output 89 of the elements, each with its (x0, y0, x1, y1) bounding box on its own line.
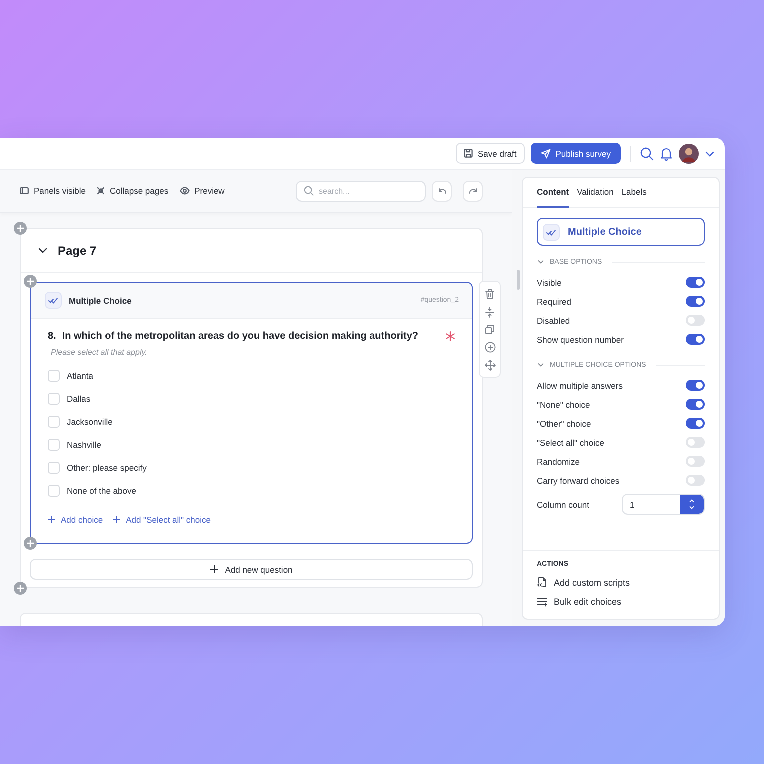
chevron-down-icon (689, 506, 695, 510)
add-choice-link[interactable]: Add "Select all" choice (113, 515, 212, 525)
search-field[interactable]: search... (296, 180, 426, 202)
question-type: Multiple Choice (69, 296, 132, 306)
plus-icon (210, 565, 220, 574)
panels-toggle[interactable]: Panels visible (20, 186, 86, 196)
publish-survey-button[interactable]: Publish survey (530, 143, 621, 164)
option-label: Column count (537, 500, 590, 510)
avatar[interactable] (679, 144, 699, 164)
checkbox[interactable] (48, 439, 60, 451)
panel-icon (20, 187, 29, 195)
scrollbar[interactable] (517, 270, 520, 290)
add-button[interactable] (14, 222, 27, 235)
checkbox[interactable] (48, 485, 60, 497)
option-label: Visible (537, 278, 562, 288)
undo-icon (438, 188, 446, 194)
toggle-switch[interactable] (686, 418, 705, 429)
add-button[interactable] (24, 275, 37, 288)
question-type-select[interactable]: Multiple Choice (537, 218, 705, 246)
copy-icon[interactable] (485, 324, 495, 334)
redo-button[interactable] (463, 180, 483, 202)
toggle-switch[interactable] (686, 475, 705, 486)
preview-toggle[interactable]: Preview (180, 186, 225, 196)
toggle-switch[interactable] (686, 380, 705, 391)
panel-tab[interactable]: Labels (622, 178, 647, 208)
checkbox[interactable] (48, 370, 60, 382)
toggle-switch[interactable] (686, 296, 705, 307)
choice-label: Atlanta (67, 371, 94, 381)
option-label: "Select all" choice (537, 438, 604, 448)
toggle-switch[interactable] (686, 334, 705, 345)
search-icon[interactable] (640, 146, 654, 160)
choice-label: Dallas (67, 394, 91, 404)
question-text: In which of the metropolitan areas do you have decision making authority? (62, 331, 419, 342)
column-count-field[interactable]: 1 (622, 494, 705, 515)
add-choice-link[interactable]: Add choice (48, 515, 104, 525)
redo-icon (468, 188, 478, 194)
save-draft-button[interactable]: Save draft (456, 143, 525, 164)
stepper-button[interactable] (680, 495, 704, 514)
plus-icon (113, 516, 122, 524)
chevron-down-icon[interactable] (38, 246, 48, 256)
move-icon[interactable] (484, 360, 496, 370)
checkbox[interactable] (48, 416, 60, 428)
trash-icon[interactable] (485, 288, 495, 300)
search-input[interactable]: search... (319, 186, 419, 196)
add-button[interactable] (14, 582, 27, 595)
bell-icon[interactable] (660, 146, 673, 160)
toggle-switch[interactable] (686, 437, 705, 448)
choice-label: None of the above (67, 486, 136, 496)
option-label: Randomize (537, 456, 580, 466)
collapse-icon (96, 187, 105, 195)
list-edit-icon (537, 596, 548, 606)
option-label: Carry forward choices (537, 476, 620, 486)
chevron-up-icon (689, 499, 695, 503)
eye-icon (180, 187, 190, 195)
script-file-icon (537, 577, 548, 588)
plus-icon (48, 516, 56, 524)
split-icon[interactable] (485, 306, 495, 318)
search-icon (304, 186, 314, 196)
send-icon (540, 148, 551, 158)
toggle-switch[interactable] (686, 456, 705, 467)
double-check-icon (45, 292, 62, 309)
choice-label: Nashville (67, 440, 102, 450)
save-icon (464, 149, 473, 158)
add-button[interactable] (24, 537, 37, 550)
toggle-switch[interactable] (686, 277, 705, 288)
checkbox[interactable] (48, 393, 60, 405)
choice-label: Other: please specify (67, 463, 147, 473)
add-question-button[interactable]: Add new question (30, 559, 473, 580)
question-hint: Please select all that apply. (51, 348, 148, 357)
option-label: "Other" choice (537, 418, 592, 428)
collapse-toggle[interactable]: Collapse pages (96, 186, 169, 196)
option-label: Required (537, 296, 572, 306)
undo-button[interactable] (432, 180, 452, 202)
double-check-icon (543, 224, 560, 240)
panel-tab[interactable]: Content (537, 178, 570, 208)
option-label: "None" choice (537, 400, 590, 410)
page-title: Page 7 (58, 244, 97, 258)
checkbox[interactable] (48, 462, 60, 474)
question-number: 8. (48, 331, 56, 342)
choice-label: Jacksonville (67, 417, 113, 427)
option-label: Allow multiple answers (537, 380, 623, 390)
option-label: Disabled (537, 316, 570, 326)
option-label: Show question number (537, 334, 624, 344)
toggle-switch[interactable] (686, 399, 705, 410)
action-link[interactable]: Add custom scripts (537, 573, 630, 592)
toggle-switch[interactable] (686, 315, 705, 326)
add-circle-icon[interactable] (484, 342, 496, 352)
action-link[interactable]: Bulk edit choices (537, 592, 622, 611)
panel-tab[interactable]: Validation (577, 178, 614, 208)
